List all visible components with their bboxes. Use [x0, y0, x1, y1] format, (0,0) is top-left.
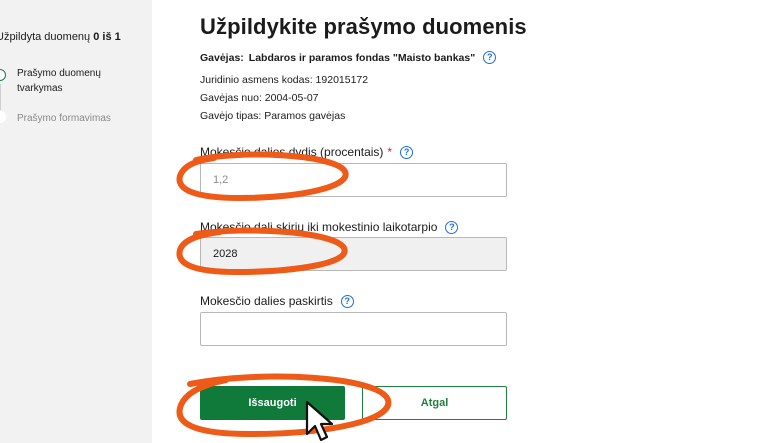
recipient-name: Labdaros ir paramos fondas "Maisto banka… [248, 51, 476, 64]
percent-label-text: Mokesčio dalies dydis (procentais) [200, 145, 384, 159]
recipient-type: Gavėjo tipas: Paramos gavėjas [200, 110, 346, 122]
save-button[interactable]: Išsaugoti [200, 386, 345, 420]
question-circle-icon[interactable]: ? [400, 145, 414, 159]
back-button[interactable]: Atgal [362, 386, 507, 420]
progress-count: 0 iš 1 [93, 31, 121, 43]
step-connector [0, 84, 1, 110]
progress-prefix: Užpildyta duomenų [0, 31, 91, 43]
step-request-formation[interactable]: Prašymo formavimas [17, 111, 111, 126]
period-field-label: Mokesčio dalį skiriu iki mokestinio laik… [200, 220, 459, 234]
percent-input[interactable]: 1,2 [200, 163, 507, 197]
progress-text: Užpildyta duomenų 0 iš 1 [0, 31, 121, 43]
page-title: Užpildykite prašymo duomenis [200, 14, 527, 39]
step-inactive-indicator [0, 111, 6, 123]
required-marker: * [387, 145, 393, 159]
question-circle-icon[interactable]: ? [445, 220, 459, 234]
purpose-field-label: Mokesčio dalies paskirtis ? [200, 294, 354, 308]
question-circle-icon[interactable]: ? [483, 51, 497, 64]
step-active-indicator [0, 69, 6, 81]
period-label-text: Mokesčio dalį skiriu iki mokestinio laik… [200, 220, 438, 234]
step-data-management[interactable]: Prašymo duomenų tvarkymas [17, 66, 137, 96]
sidebar: Užpildyta duomenų 0 iš 1 Prašymo duomenų… [0, 0, 152, 443]
percent-field-label: Mokesčio dalies dydis (procentais) * ? [200, 145, 414, 159]
purpose-label-text: Mokesčio dalies paskirtis [200, 294, 333, 308]
purpose-input[interactable] [200, 312, 507, 346]
recipient-line: Gavėjas: Labdaros ir paramos fondas "Mai… [200, 51, 497, 64]
question-circle-icon[interactable]: ? [340, 294, 354, 308]
legal-entity-code: Juridinio asmens kodas: 192015172 [200, 74, 369, 86]
recipient-label: Gavėjas: [200, 51, 244, 64]
recipient-since: Gavėjas nuo: 2004-05-07 [200, 92, 319, 104]
period-input[interactable]: 2028 [200, 237, 507, 271]
